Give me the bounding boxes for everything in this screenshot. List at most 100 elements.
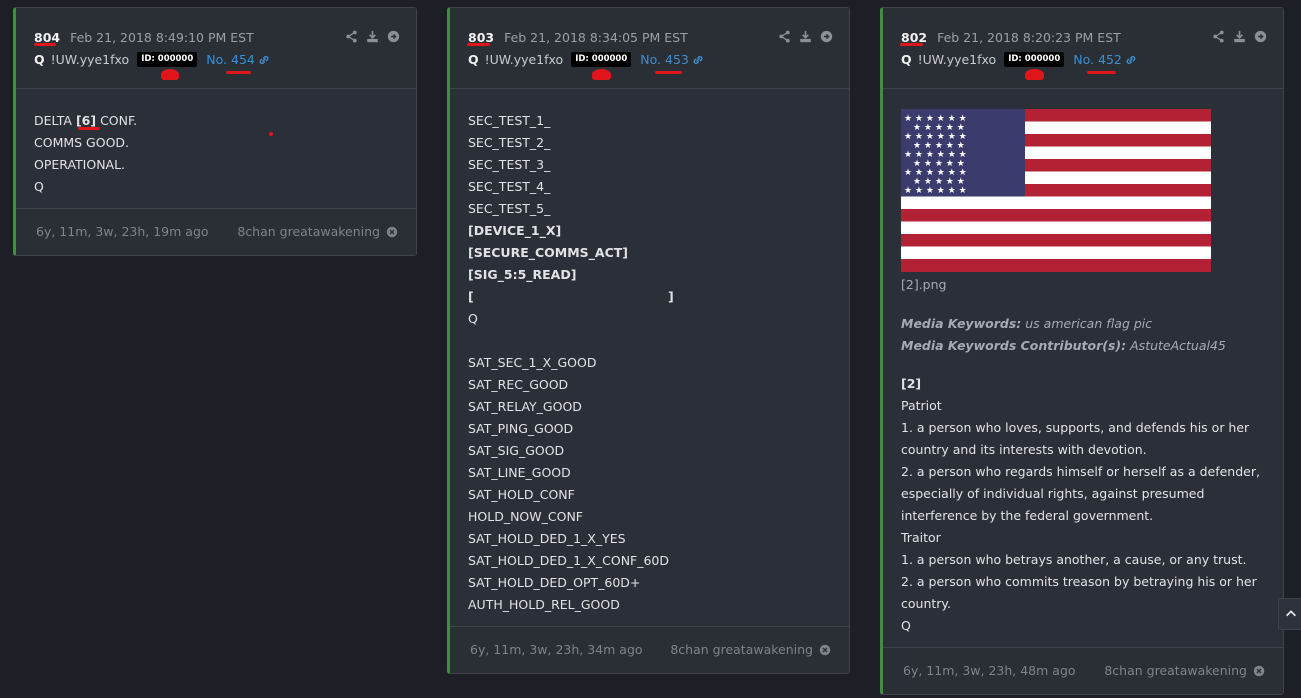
arrow-right-circle-icon[interactable]	[820, 30, 833, 43]
red-annotation-mark	[1025, 69, 1044, 80]
post-header: 803 Feb 21, 2018 8:34:05 PM EST Q !UW.yy…	[450, 8, 849, 89]
post-footer: 6y, 11m, 3w, 23h, 48m ago 8chan greatawa…	[883, 647, 1283, 694]
source-label: 8chan greatawakening	[1104, 663, 1265, 678]
arrow-right-circle-icon[interactable]	[387, 30, 400, 43]
post-tripcode: !UW.yye1fxo	[917, 52, 997, 67]
download-icon[interactable]	[366, 30, 379, 43]
post-line: interference by the federal government.	[901, 508, 1154, 523]
post-card-803: 803 Feb 21, 2018 8:34:05 PM EST Q !UW.yy…	[447, 7, 850, 674]
post-line-bold: [SIG_5:5_READ]	[468, 267, 577, 282]
link-icon[interactable]	[692, 54, 704, 66]
red-annotation-mark	[226, 71, 251, 74]
post-line: Q	[468, 311, 478, 326]
post-body: DELTA [6] CONF. COMMS GOOD. OPERATIONAL.…	[16, 89, 416, 198]
post-date: Feb 21, 2018 8:49:10 PM EST	[70, 30, 254, 45]
chevron-up-icon	[1286, 610, 1296, 617]
post-line: AUTH_HOLD_REL_GOOD	[468, 597, 620, 612]
post-footer: 6y, 11m, 3w, 23h, 19m ago 8chan greatawa…	[16, 208, 416, 255]
time-ago: 6y, 11m, 3w, 23h, 34m ago	[470, 642, 643, 657]
post-author: Q	[34, 52, 45, 67]
media-keywords-contributor: Media Keywords Contributor(s): AstuteAct…	[901, 338, 1226, 353]
post-line: SAT_REC_GOOD	[468, 377, 569, 392]
link-icon[interactable]	[1125, 54, 1137, 66]
id-badge: ID: 000000	[1004, 52, 1065, 67]
post-body: SEC_TEST_1_ SEC_TEST_2_ SEC_TEST_3_ SEC_…	[450, 89, 849, 616]
post-line: country.	[901, 596, 951, 611]
link-icon[interactable]	[258, 54, 270, 66]
post-line: SAT_HOLD_DED_1_X_YES	[468, 531, 626, 546]
arrow-right-circle-icon[interactable]	[1254, 30, 1267, 43]
red-annotation-mark	[161, 69, 179, 80]
post-line: Q	[901, 618, 911, 633]
post-line-bold: [DEVICE_1_X]	[468, 223, 562, 238]
post-line: SEC_TEST_2_	[468, 135, 551, 150]
svg-text:★ ★ ★ ★ ★ ★: ★ ★ ★ ★ ★ ★	[904, 186, 967, 196]
post-footer: 6y, 11m, 3w, 23h, 34m ago 8chan greatawa…	[450, 626, 849, 673]
source-label: 8chan greatawakening	[670, 642, 831, 657]
close-circle-icon[interactable]	[386, 226, 398, 238]
share-icon[interactable]	[1212, 30, 1225, 43]
post-tripcode: !UW.yye1fxo	[50, 52, 130, 67]
post-date: Feb 21, 2018 8:20:23 PM EST	[937, 30, 1121, 45]
post-card-802: 802 Feb 21, 2018 8:20:23 PM EST Q !UW.yy…	[880, 7, 1284, 695]
scroll-top-button[interactable]	[1278, 598, 1301, 630]
id-badge: ID: 000000	[137, 52, 198, 67]
red-annotation-mark	[467, 43, 490, 46]
post-no-link[interactable]: No. 454	[206, 52, 255, 67]
post-line: SAT_HOLD_DED_OPT_60D+	[468, 575, 641, 590]
red-annotation-mark	[592, 69, 611, 80]
post-line: SEC_TEST_5_	[468, 201, 551, 216]
share-icon[interactable]	[345, 30, 358, 43]
close-circle-icon[interactable]	[1253, 665, 1265, 677]
post-line-bold: [6]	[75, 113, 97, 128]
red-annotation-mark	[78, 127, 100, 130]
post-line: SAT_LINE_GOOD	[468, 465, 571, 480]
time-ago: 6y, 11m, 3w, 23h, 48m ago	[903, 663, 1076, 678]
american-flag-image[interactable]: ★ ★ ★ ★ ★ ★★ ★ ★ ★ ★ ★ ★ ★ ★ ★ ★★ ★ ★ ★ …	[901, 109, 1211, 272]
post-author: Q	[901, 52, 912, 67]
post-header: 804 Feb 21, 2018 8:49:10 PM EST Q !UW.yy…	[16, 8, 416, 89]
post-line: SAT_RELAY_GOOD	[468, 399, 582, 414]
post-line-bold: [SECURE_COMMS_ACT]	[468, 245, 629, 260]
post-card-804: 804 Feb 21, 2018 8:49:10 PM EST Q !UW.yy…	[13, 7, 417, 256]
post-body: ★ ★ ★ ★ ★ ★ ★ ★ ★ ★ ★ ★ ★ ★ ★ ★ ★ ★ ★ ★ ★ …	[883, 109, 1283, 637]
post-line: SEC_TEST_1_	[468, 113, 551, 128]
post-line: SEC_TEST_4_	[468, 179, 551, 194]
post-line: SAT_HOLD_CONF	[468, 487, 575, 502]
source-label: 8chan greatawakening	[237, 224, 398, 239]
post-line: Traitor	[901, 530, 941, 545]
post-line: HOLD_NOW_CONF	[468, 509, 583, 524]
close-circle-icon[interactable]	[819, 644, 831, 656]
red-annotation-mark	[900, 43, 923, 46]
post-header: 802 Feb 21, 2018 8:20:23 PM EST Q !UW.yy…	[883, 8, 1283, 89]
red-annotation-mark	[34, 43, 56, 46]
post-line-bracket: []	[468, 289, 674, 304]
time-ago: 6y, 11m, 3w, 23h, 19m ago	[36, 224, 209, 239]
post-line: SAT_SIG_GOOD	[468, 443, 565, 458]
post-date: Feb 21, 2018 8:34:05 PM EST	[504, 30, 688, 45]
post-line: Q	[34, 179, 44, 194]
post-no-link[interactable]: No. 452	[1073, 52, 1122, 67]
post-line: OPERATIONAL.	[34, 157, 126, 172]
post-line: CONF.	[96, 113, 138, 128]
media-keywords: Media Keywords: us american flag pic	[901, 316, 1153, 331]
post-line: SEC_TEST_3_	[468, 157, 551, 172]
download-icon[interactable]	[1233, 30, 1246, 43]
post-line: 2. a person who regards himself or herse…	[901, 464, 1260, 479]
red-annotation-mark	[655, 71, 682, 74]
post-line: Patriot	[901, 398, 942, 413]
post-line-bold: [2]	[901, 376, 922, 391]
post-line: SAT_SEC_1_X_GOOD	[468, 355, 597, 370]
post-line: COMMS GOOD.	[34, 135, 130, 150]
id-badge: ID: 000000	[571, 52, 632, 67]
download-icon[interactable]	[799, 30, 812, 43]
post-tripcode: !UW.yye1fxo	[484, 52, 564, 67]
post-no-link[interactable]: No. 453	[640, 52, 689, 67]
post-line: DELTA	[34, 113, 76, 128]
red-annotation-mark	[269, 132, 273, 136]
post-line: 1. a person who betrays another, a cause…	[901, 552, 1247, 567]
image-caption[interactable]: [2].png	[901, 274, 1265, 296]
post-line: 1. a person who loves, supports, and def…	[901, 420, 1250, 435]
post-line: 2. a person who commits treason by betra…	[901, 574, 1257, 589]
share-icon[interactable]	[778, 30, 791, 43]
